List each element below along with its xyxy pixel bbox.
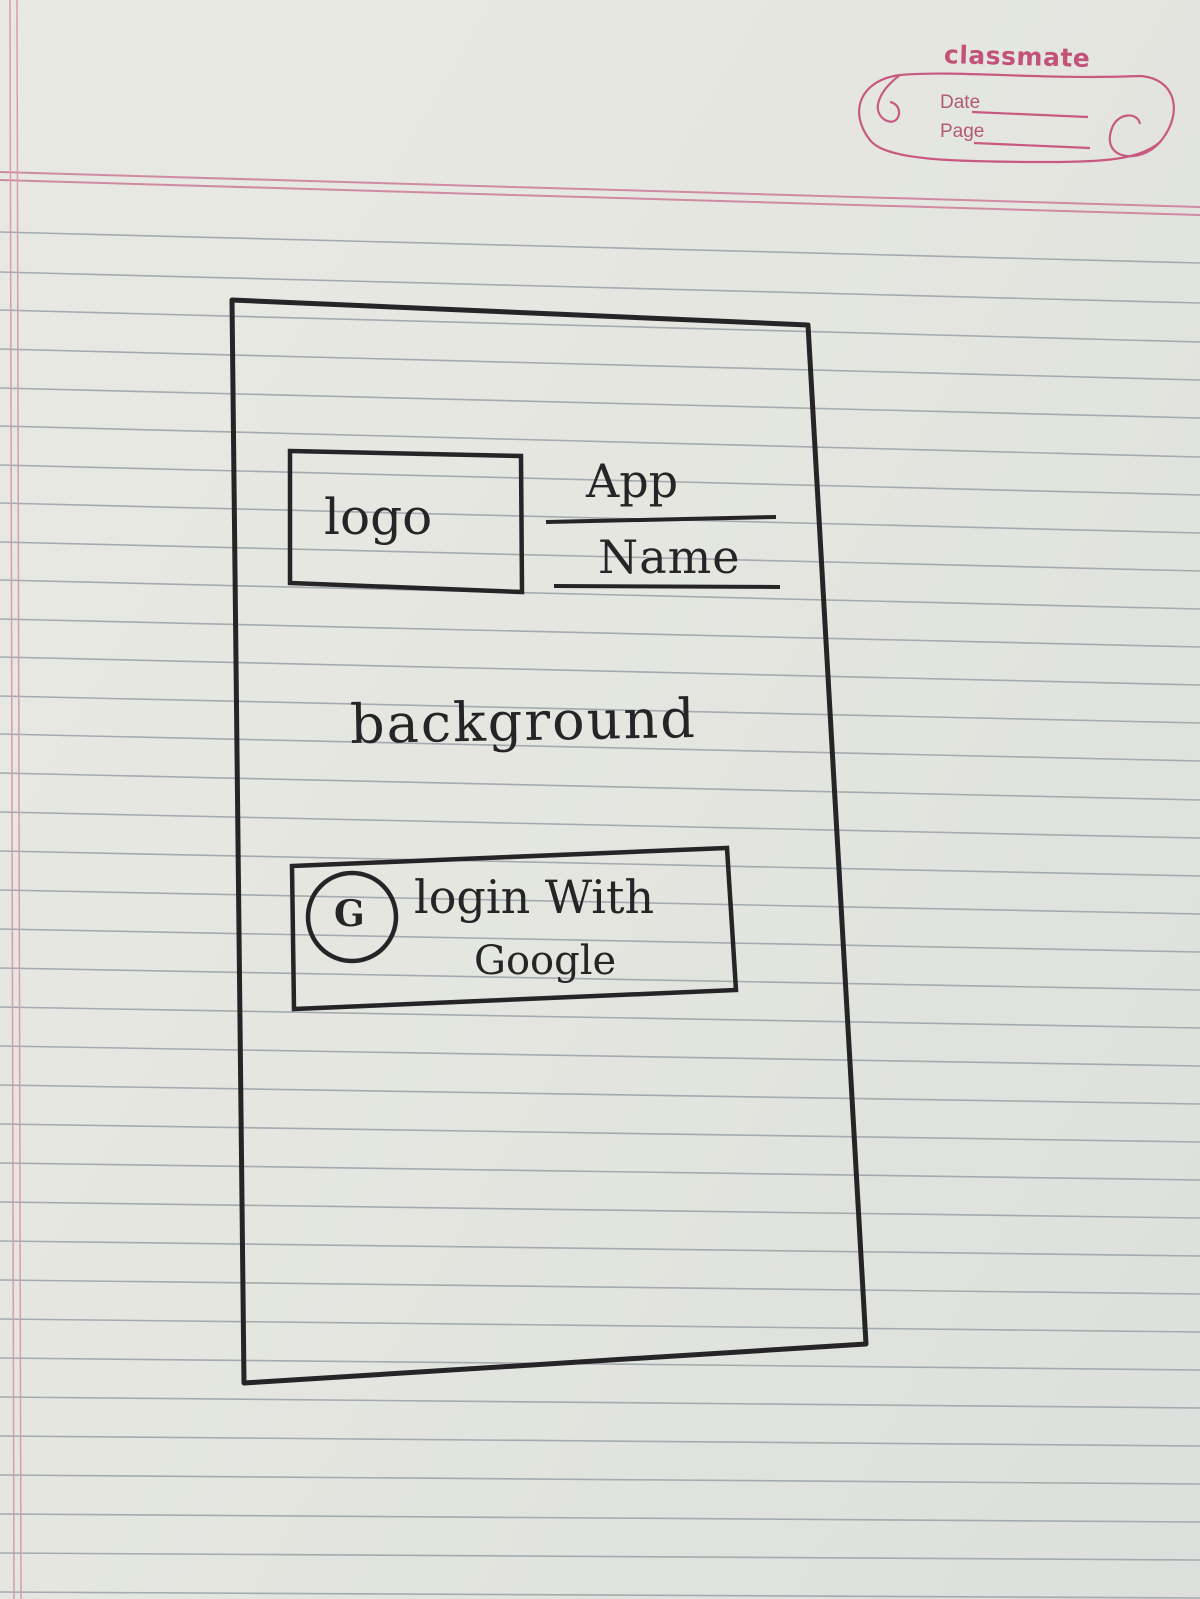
- notebook-page: classmate Date Page logo App Name backgr…: [0, 0, 1200, 1599]
- app-name-line1: App: [586, 454, 679, 508]
- login-with-google-button[interactable]: [296, 852, 736, 1008]
- header-rule: [0, 171, 1200, 216]
- date-label: Date: [940, 92, 981, 113]
- page-label: Page: [940, 121, 985, 142]
- app-name-line2: Name: [598, 530, 741, 584]
- margin-line: [9, 0, 22, 1599]
- logo-placeholder: logo: [324, 488, 433, 546]
- background-label: background: [349, 686, 698, 757]
- brand-scroll-banner: [858, 72, 1175, 164]
- notebook-brand: classmate: [943, 40, 1091, 73]
- phone-frame: [229, 297, 869, 1386]
- ruled-lines: [0, 0, 1200, 1599]
